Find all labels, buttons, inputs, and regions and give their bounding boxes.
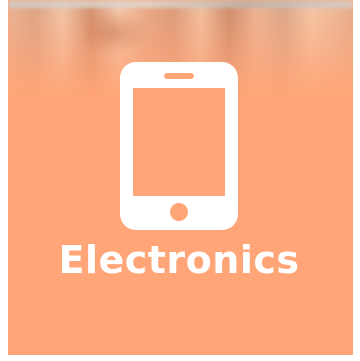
category-label: Electronics	[58, 238, 300, 282]
smartphone-icon	[120, 62, 238, 230]
category-tile-electronics[interactable]: Electronics	[8, 0, 353, 355]
